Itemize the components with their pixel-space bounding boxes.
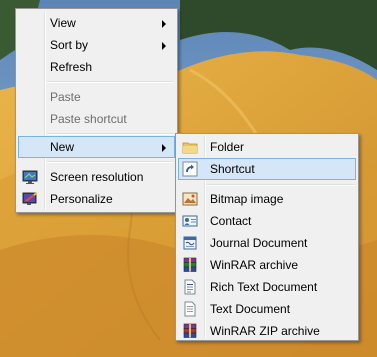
menu-item-label: New (50, 140, 75, 154)
folder-icon (182, 139, 198, 155)
menu-item-screen-resolution[interactable]: Screen resolution (18, 166, 175, 188)
menu-separator (207, 184, 355, 186)
menu-item-paste-shortcut[interactable]: Paste shortcut (18, 108, 175, 130)
submenu-item-bitmap-image[interactable]: Bitmap image (178, 188, 356, 210)
screen-resolution-icon (22, 169, 38, 185)
menu-separator (47, 81, 174, 83)
menu-item-new[interactable]: New (18, 136, 175, 158)
winrar-zip-archive-icon (182, 323, 198, 339)
submenu-item-folder[interactable]: Folder (178, 136, 356, 158)
menu-item-personalize[interactable]: Personalize (18, 188, 175, 210)
personalize-icon (22, 191, 38, 207)
submenu-item-journal-document[interactable]: Journal Document (178, 232, 356, 254)
winrar-archive-icon (182, 257, 198, 273)
menu-item-sort-by[interactable]: Sort by (18, 34, 175, 56)
menu-item-label: Paste (50, 90, 81, 104)
menu-item-label: View (50, 16, 76, 30)
menu-item-view[interactable]: View (18, 12, 175, 34)
menu-item-label: Personalize (50, 192, 113, 206)
menu-item-label: Screen resolution (50, 170, 144, 184)
bitmap-image-icon (182, 191, 198, 207)
contact-icon (182, 213, 198, 229)
journal-document-icon (182, 235, 198, 251)
submenu-item-text-document[interactable]: Text Document (178, 298, 356, 320)
menu-separator (47, 161, 174, 163)
menu-item-label: Paste shortcut (50, 112, 127, 126)
desktop-context-menu: View Sort by Refresh Paste Paste shortcu… (15, 8, 178, 213)
menu-item-label: Refresh (50, 60, 93, 74)
shortcut-icon (182, 161, 198, 177)
menu-item-label: Bitmap image (210, 192, 284, 206)
submenu-item-rich-text-document[interactable]: Rich Text Document (178, 276, 356, 298)
menu-item-label: Contact (210, 214, 252, 228)
menu-item-paste[interactable]: Paste (18, 86, 175, 108)
submenu-item-winrar-archive[interactable]: WinRAR archive (178, 254, 356, 276)
menu-item-refresh[interactable]: Refresh (18, 56, 175, 78)
submenu-item-contact[interactable]: Contact (178, 210, 356, 232)
menu-item-label: Rich Text Document (210, 280, 318, 294)
submenu-arrow-icon (162, 20, 166, 28)
menu-item-label: WinRAR archive (210, 258, 299, 272)
menu-item-label: WinRAR ZIP archive (210, 324, 320, 338)
menu-item-label: Journal Document (210, 236, 308, 250)
new-submenu: Folder Shortcut Bitmap image Contact Jou… (175, 133, 359, 341)
submenu-item-shortcut[interactable]: Shortcut (178, 158, 356, 180)
submenu-arrow-icon (162, 144, 166, 152)
menu-item-label: Folder (210, 140, 245, 154)
text-document-icon (182, 301, 198, 317)
rich-text-document-icon (182, 279, 198, 295)
menu-item-label: Text Document (210, 302, 291, 316)
menu-separator (47, 133, 174, 135)
submenu-arrow-icon (162, 42, 166, 50)
menu-item-label: Sort by (50, 38, 89, 52)
submenu-item-winrar-zip-archive[interactable]: WinRAR ZIP archive (178, 320, 356, 342)
menu-item-label: Shortcut (210, 162, 255, 176)
